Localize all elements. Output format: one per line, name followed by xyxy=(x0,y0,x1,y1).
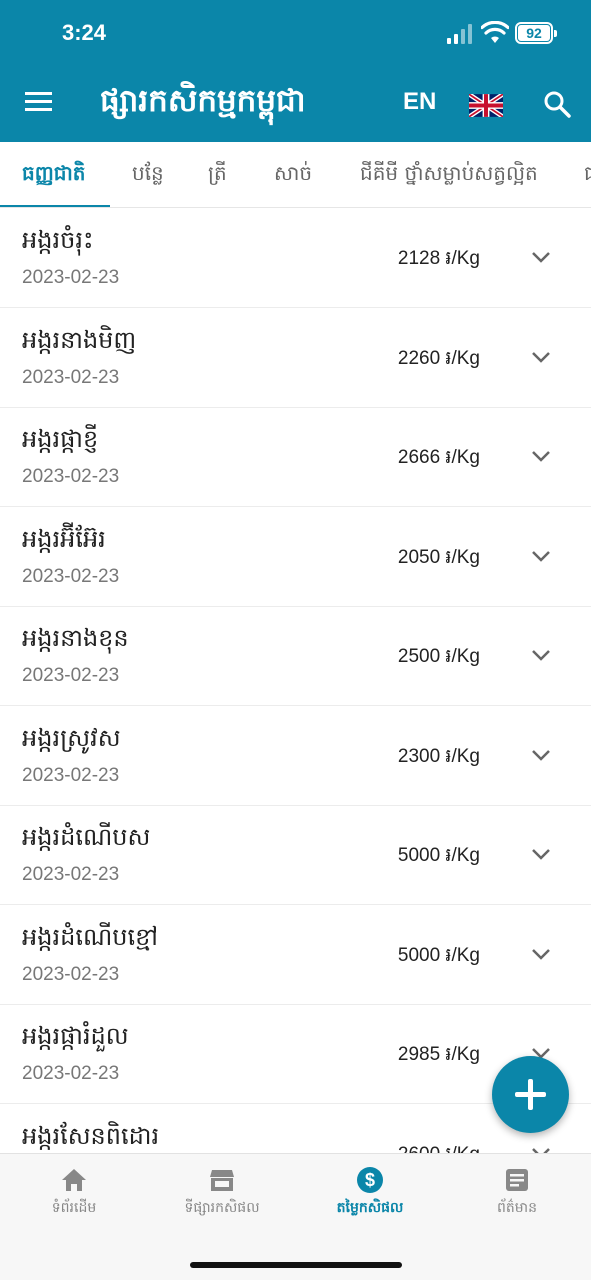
tab-meat[interactable]: សាច់ xyxy=(274,142,312,207)
list-item[interactable]: អង្ករស្រូវស 2023-02-23 2300 ៛/Kg xyxy=(0,707,591,806)
item-date: 2023-02-23 xyxy=(22,665,120,686)
chevron-down-icon[interactable] xyxy=(531,351,551,363)
list-item[interactable]: អង្ករចំរុះ 2023-02-23 2128 ៛/Kg xyxy=(0,209,591,308)
cellular-signal-icon xyxy=(447,24,473,44)
nav-label: ទំព័រដើម xyxy=(51,1200,97,1216)
nav-home[interactable]: ទំព័រដើម xyxy=(0,1166,148,1226)
search-icon[interactable] xyxy=(543,90,571,118)
item-price: 2666 ៛/Kg xyxy=(397,447,480,468)
item-date: 2023-02-23 xyxy=(22,366,120,388)
item-name: អង្ករស្រូវស xyxy=(22,723,121,752)
item-name: អង្ករអ៊ីអ៊ែរ xyxy=(22,524,106,553)
list-item[interactable]: អង្ករដំណើបខ្មៅ 2023-02-23 5000 ៛/Kg xyxy=(0,906,591,1005)
menu-icon[interactable] xyxy=(25,92,52,112)
item-price: 2128 ៛/Kg xyxy=(397,248,480,269)
svg-text:$: $ xyxy=(365,1170,375,1190)
nav-label: ព័ត៌មាន xyxy=(497,1200,537,1216)
item-name: អង្ករផ្កាខ្ញី xyxy=(22,425,99,453)
item-date: 2023-02-23 xyxy=(22,1063,120,1084)
item-date: 2023-02-23 xyxy=(22,267,120,288)
item-date: 2023-02-23 xyxy=(22,565,120,587)
store-icon xyxy=(210,1170,234,1191)
active-tab-indicator xyxy=(0,205,110,207)
chevron-down-icon[interactable] xyxy=(531,948,551,960)
list-item[interactable]: អង្ករផ្កាខ្ញី 2023-02-23 2666 ៛/Kg xyxy=(0,408,591,507)
item-name: អង្ករចំរុះ xyxy=(22,226,94,254)
item-name: អង្ករសែនពិដោរ xyxy=(22,1121,160,1150)
chevron-down-icon[interactable] xyxy=(531,450,551,462)
list-item[interactable]: អង្ករនាងមិញ 2023-02-23 2260 ៛/Kg xyxy=(0,309,591,408)
item-date: 2023-02-23 xyxy=(22,963,120,985)
item-price: 2500 ៛/Kg xyxy=(397,646,480,667)
dollar-icon: $ xyxy=(357,1167,383,1193)
add-button[interactable] xyxy=(492,1056,569,1133)
nav-news[interactable]: ព័ត៌មាន xyxy=(443,1166,591,1226)
list-item[interactable]: អង្ករនាងខុន 2023-02-23 2500 ៛/Kg xyxy=(0,607,591,706)
item-date: 2023-02-23 xyxy=(22,764,120,786)
item-price: 2050 ៛/Kg xyxy=(397,546,480,568)
chevron-down-icon[interactable] xyxy=(531,749,551,761)
nav-market[interactable]: ទីផ្សារកសិផល xyxy=(148,1166,296,1226)
item-name: អង្ករផ្ការំដួល xyxy=(22,1022,129,1050)
item-name: អង្ករដំណើបខ្មៅ xyxy=(22,922,158,951)
item-name: អង្ករនាងខុន xyxy=(22,624,129,652)
home-indicator xyxy=(190,1262,402,1268)
tab-cereals[interactable]: ធញ្ញជាតិ xyxy=(22,142,85,207)
chevron-down-icon[interactable] xyxy=(531,251,551,263)
app-header: 3:24 92 ផ្សារកសិកម្មកម្ពុជា EN xyxy=(0,0,591,142)
list-item[interactable]: អង្ករដំណើបស 2023-02-23 5000 ៛/Kg xyxy=(0,806,591,905)
item-name: អង្ករនាងមិញ xyxy=(22,325,137,354)
battery-icon: 92 xyxy=(515,22,557,44)
nav-prices[interactable]: $ តម្លៃកសិផល xyxy=(296,1166,444,1226)
chevron-down-icon[interactable] xyxy=(531,649,551,661)
uk-flag-icon[interactable] xyxy=(469,94,503,117)
app-title: ផ្សារកសិកម្មកម្ពុជា xyxy=(100,83,306,119)
item-name: អង្ករដំណើបស xyxy=(22,823,151,851)
home-icon xyxy=(62,1169,86,1191)
item-price: 5000 ៛/Kg xyxy=(397,944,480,966)
list-item[interactable]: អង្ករអ៊ីអ៊ែរ 2023-02-23 2050 ៛/Kg xyxy=(0,508,591,607)
chevron-down-icon[interactable] xyxy=(531,550,551,562)
nav-label: តម្លៃកសិផល xyxy=(336,1200,404,1216)
item-price: 5000 ៛/Kg xyxy=(397,845,480,866)
item-price: 2260 ៛/Kg xyxy=(397,347,480,369)
language-toggle[interactable]: EN xyxy=(403,88,436,116)
price-list: អង្ករចំរុះ 2023-02-23 2128 ៛/Kg អង្ករនាង… xyxy=(0,209,591,1153)
status-time: 3:24 xyxy=(62,20,107,45)
wifi-icon xyxy=(481,21,509,43)
item-price: 2300 ៛/Kg xyxy=(397,745,480,767)
item-date: 2023-02-23 xyxy=(22,864,120,885)
item-date: 2023-02-23 xyxy=(22,466,120,487)
chevron-down-icon[interactable] xyxy=(531,848,551,860)
category-tabs: ធញ្ញជាតិ បន្លែ ត្រី សាច់ ជីគីមី ថ្នាំសម្… xyxy=(0,142,591,208)
status-bar: 3:24 92 xyxy=(0,0,591,66)
tab-fish[interactable]: ត្រី xyxy=(208,142,227,207)
tab-vegetables[interactable]: បន្លែ xyxy=(132,142,164,207)
bottom-navigation: ទំព័រដើម ទីផ្សារកសិផល $ តម្លៃកសិផល ព័ត៌ម… xyxy=(0,1153,591,1280)
tab-fertilizer-pesticide[interactable]: ជីគីមី ថ្នាំសម្លាប់សត្វល្អិត xyxy=(360,142,538,207)
item-price: 2600 ៛/Kg xyxy=(398,1142,480,1154)
battery-level: 92 xyxy=(518,25,550,41)
tab-more[interactable]: ផ xyxy=(584,142,591,207)
nav-label: ទីផ្សារកសិផល xyxy=(184,1200,260,1216)
news-icon xyxy=(506,1169,528,1191)
item-price: 2985 ៛/Kg xyxy=(397,1044,480,1065)
